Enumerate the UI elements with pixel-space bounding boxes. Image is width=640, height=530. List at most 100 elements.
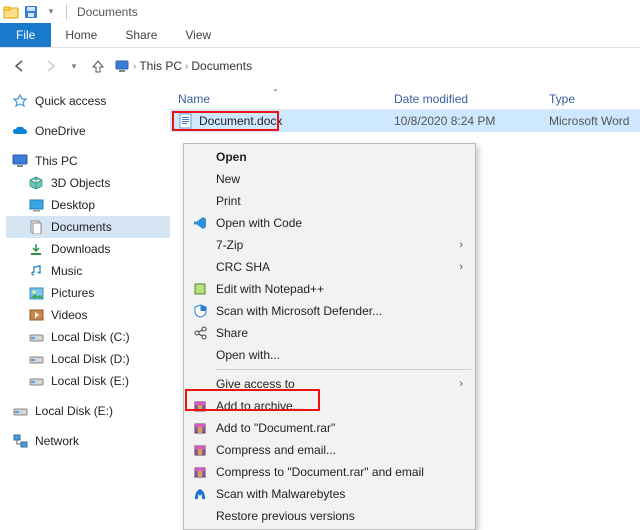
col-name[interactable]: Name xyxy=(178,92,210,106)
sidebar-item-thispc[interactable]: This PC xyxy=(6,150,170,172)
pc-icon xyxy=(12,153,28,169)
ctx-label: Open with Code xyxy=(216,216,302,230)
drive-icon xyxy=(28,329,44,345)
col-date[interactable]: Date modified xyxy=(394,92,549,106)
breadcrumb-documents[interactable]: Documents xyxy=(191,59,252,73)
sidebar-item-music[interactable]: Music xyxy=(6,260,170,282)
ctx-open-with-code[interactable]: Open with Code xyxy=(186,212,473,234)
vscode-icon xyxy=(192,215,208,231)
ctx-add-rar[interactable]: Add to "Document.rar" xyxy=(186,417,473,439)
chevron-right-icon[interactable]: › xyxy=(133,61,136,72)
ctx-label: Share xyxy=(216,326,248,340)
winrar-icon xyxy=(192,464,208,480)
sidebar-item-documents[interactable]: Documents xyxy=(6,216,170,238)
sidebar-item-label: Documents xyxy=(51,220,112,234)
file-name: Document.docx xyxy=(199,114,282,128)
ctx-new[interactable]: New xyxy=(186,168,473,190)
file-row[interactable]: Document.docx 10/8/2020 8:24 PM Microsof… xyxy=(170,110,640,132)
breadcrumb[interactable]: › This PC › Documents xyxy=(114,54,634,78)
sidebar-item-pictures[interactable]: Pictures xyxy=(6,282,170,304)
back-button[interactable] xyxy=(6,54,34,78)
sidebar-item-label: OneDrive xyxy=(35,124,86,138)
tab-home[interactable]: Home xyxy=(51,23,111,47)
ctx-open[interactable]: Open xyxy=(186,146,473,168)
ctx-add-to-archive[interactable]: Add to archive... xyxy=(186,395,473,417)
sidebar-item-label: 3D Objects xyxy=(51,176,110,190)
forward-button[interactable] xyxy=(36,54,64,78)
sidebar-item-downloads[interactable]: Downloads xyxy=(6,238,170,260)
chevron-down-icon[interactable]: ▾ xyxy=(42,3,60,21)
sidebar-item-quick-access[interactable]: Quick access xyxy=(6,90,170,112)
sidebar-item-videos[interactable]: Videos xyxy=(6,304,170,326)
drive-icon xyxy=(28,351,44,367)
ctx-restore-previous[interactable]: Restore previous versions xyxy=(186,505,473,527)
ctx-share[interactable]: Share xyxy=(186,322,473,344)
file-date: 10/8/2020 8:24 PM xyxy=(394,114,549,128)
sidebar-item-3dobjects[interactable]: 3D Objects xyxy=(6,172,170,194)
sidebar-item-locale[interactable]: Local Disk (E:) xyxy=(6,370,170,392)
sidebar: Quick access OneDrive This PC 3D Objects… xyxy=(0,84,170,530)
cube-icon xyxy=(28,175,44,191)
star-icon xyxy=(12,93,28,109)
ctx-defender[interactable]: Scan with Microsoft Defender... xyxy=(186,300,473,322)
ctx-label: Restore previous versions xyxy=(216,509,355,523)
sidebar-item-label: Videos xyxy=(51,308,87,322)
tab-file[interactable]: File xyxy=(0,23,51,47)
breadcrumb-thispc[interactable]: This PC xyxy=(139,59,182,73)
ctx-compress-email[interactable]: Compress and email... xyxy=(186,439,473,461)
sidebar-item-locale2[interactable]: Local Disk (E:) xyxy=(6,400,170,422)
winrar-icon xyxy=(192,442,208,458)
save-icon[interactable] xyxy=(22,3,40,21)
ctx-open-with[interactable]: Open with... xyxy=(186,344,473,366)
sidebar-item-label: Local Disk (C:) xyxy=(51,330,130,344)
separator xyxy=(66,4,67,20)
ctx-malwarebytes[interactable]: Scan with Malwarebytes xyxy=(186,483,473,505)
pc-icon xyxy=(114,58,130,74)
music-icon xyxy=(28,263,44,279)
tab-share[interactable]: Share xyxy=(111,23,171,47)
word-doc-icon xyxy=(178,113,193,129)
ctx-label: Give access to xyxy=(216,377,295,391)
nav-bar: ▾ › This PC › Documents xyxy=(0,48,640,84)
separator xyxy=(216,369,471,370)
sidebar-item-desktop[interactable]: Desktop xyxy=(6,194,170,216)
sidebar-item-label: Desktop xyxy=(51,198,95,212)
ctx-print[interactable]: Print xyxy=(186,190,473,212)
winrar-icon xyxy=(192,420,208,436)
ctx-7zip[interactable]: 7-Zip› xyxy=(186,234,473,256)
sidebar-item-label: Downloads xyxy=(51,242,110,256)
sidebar-item-label: Local Disk (D:) xyxy=(51,352,130,366)
drive-icon xyxy=(28,373,44,389)
ctx-give-access[interactable]: Give access to› xyxy=(186,373,473,395)
sidebar-item-label: Local Disk (E:) xyxy=(35,404,113,418)
download-icon xyxy=(28,241,44,257)
chevron-right-icon[interactable]: › xyxy=(185,61,188,72)
notepadpp-icon xyxy=(192,281,208,297)
sidebar-item-label: Network xyxy=(35,434,79,448)
window-title: Documents xyxy=(77,5,138,19)
sidebar-item-localc[interactable]: Local Disk (C:) xyxy=(6,326,170,348)
column-header[interactable]: Name⌃ Date modified Type xyxy=(170,84,640,110)
ctx-label: Add to archive... xyxy=(216,399,303,413)
ctx-label: Edit with Notepad++ xyxy=(216,282,324,296)
tab-view[interactable]: View xyxy=(171,23,225,47)
ctx-label: New xyxy=(216,172,240,186)
recent-dropdown[interactable]: ▾ xyxy=(66,54,82,78)
share-icon xyxy=(192,325,208,341)
ribbon-tabs: File Home Share View xyxy=(0,23,640,48)
sidebar-item-onedrive[interactable]: OneDrive xyxy=(6,120,170,142)
sidebar-item-network[interactable]: Network xyxy=(6,430,170,452)
pictures-icon xyxy=(28,285,44,301)
ctx-label: Compress to "Document.rar" and email xyxy=(216,465,424,479)
cloud-icon xyxy=(12,123,28,139)
ctx-notepadpp[interactable]: Edit with Notepad++ xyxy=(186,278,473,300)
documents-icon xyxy=(28,219,44,235)
ctx-label: Scan with Malwarebytes xyxy=(216,487,345,501)
col-type[interactable]: Type xyxy=(549,92,640,106)
up-button[interactable] xyxy=(84,54,112,78)
sidebar-item-locald[interactable]: Local Disk (D:) xyxy=(6,348,170,370)
malwarebytes-icon xyxy=(192,486,208,502)
ctx-compress-rar-email[interactable]: Compress to "Document.rar" and email xyxy=(186,461,473,483)
sidebar-item-label: Local Disk (E:) xyxy=(51,374,129,388)
ctx-crc-sha[interactable]: CRC SHA› xyxy=(186,256,473,278)
